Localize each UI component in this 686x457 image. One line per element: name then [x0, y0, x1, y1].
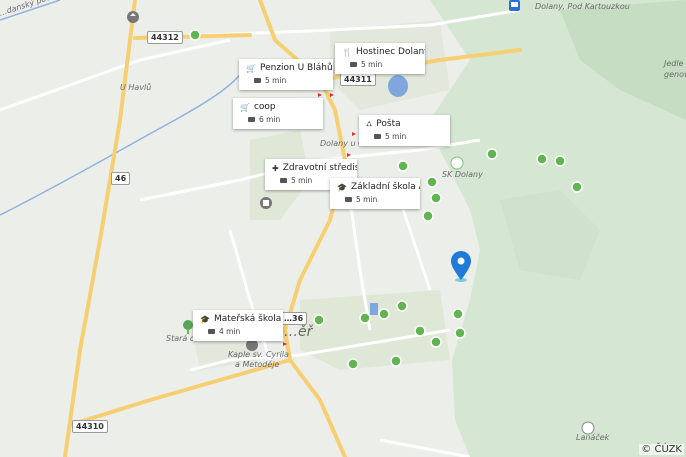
poi-name: Hostinec Dolany: [355, 47, 425, 57]
poi-name: coop: [253, 102, 276, 112]
poi-name: Penzion U Bláhů: [259, 63, 333, 73]
map-label-place: Lanáček: [576, 432, 610, 442]
poi-travel-time: 5 min: [265, 76, 287, 85]
medical-icon: ✚: [272, 163, 279, 173]
map-label-place: genov…: [664, 70, 686, 79]
map-label-place: …ěř: [284, 324, 314, 340]
poi-name: Základní škola Al…: [350, 182, 420, 192]
car-icon: [374, 134, 381, 139]
poi-name: Mateřská škola T…: [213, 314, 283, 324]
poi-travel-time: 5 min: [361, 60, 383, 69]
map-label-place: U Havlů: [120, 82, 151, 92]
poi-travel-time: 5 min: [385, 132, 407, 141]
poi-callout[interactable]: 🎓Základní škola Al… 5 min: [330, 178, 420, 209]
map-label-place: a Metoděje: [235, 359, 280, 369]
poi-callout[interactable]: 🍴 Hostinec Dolany 5 min: [335, 43, 425, 74]
restaurant-icon: 🍴: [342, 47, 352, 57]
car-icon: [254, 78, 261, 83]
poi-callout[interactable]: 🛒 Penzion U Bláhů 5 min: [239, 59, 333, 90]
school-icon: 🎓: [200, 314, 210, 324]
poi-callout[interactable]: 🎓Mateřská škola T… 4 min: [193, 310, 283, 341]
poi-callout[interactable]: 🛒 coop 6 min: [233, 98, 323, 129]
post-office-icon: ⛼: [366, 119, 373, 128]
road-number-badge: 44310: [72, 420, 108, 433]
shop-cart-icon: 🛒: [240, 102, 250, 112]
map-label-place: Kaple sv. Cyrila: [228, 350, 289, 359]
sport-icon: [450, 156, 464, 170]
map-copyright[interactable]: © ČÚZK: [639, 444, 684, 455]
poi-travel-time: 6 min: [259, 115, 281, 124]
car-icon: [208, 329, 215, 334]
bus-stop-icon: [509, 0, 520, 11]
poi-name: Pošta: [376, 119, 401, 129]
poi-travel-time: 4 min: [219, 327, 241, 336]
road-number-badge: 44312: [147, 31, 183, 44]
poi-travel-time: 5 min: [356, 195, 378, 204]
car-icon: [280, 178, 287, 183]
viewpoint-icon: [581, 421, 595, 435]
built-up-area: [300, 290, 450, 370]
poi-travel-time: 5 min: [291, 176, 313, 185]
poi-name: Zdravotní středisko: [282, 163, 357, 173]
map-label-place: Dolany, Pod Kartouzkou: [535, 2, 630, 11]
church-icon: [127, 11, 139, 23]
map-label-place: Jedle: [662, 59, 684, 68]
road-number-badge: …36: [280, 312, 308, 325]
road-number-badge: 44311: [340, 73, 376, 86]
road-number-badge: 46: [111, 172, 131, 185]
shop-cart-icon: 🛒: [246, 63, 256, 73]
school-icon: 🎓: [337, 182, 347, 192]
map-label-place: SK Dolany: [442, 170, 483, 179]
pond: [388, 75, 408, 97]
car-icon: [350, 62, 357, 67]
car-icon: [345, 197, 352, 202]
pond: [370, 303, 378, 315]
car-icon: [248, 117, 255, 122]
poi-callout[interactable]: ⛼ Pošta 5 min: [359, 115, 450, 146]
memorial-icon: [260, 197, 272, 209]
